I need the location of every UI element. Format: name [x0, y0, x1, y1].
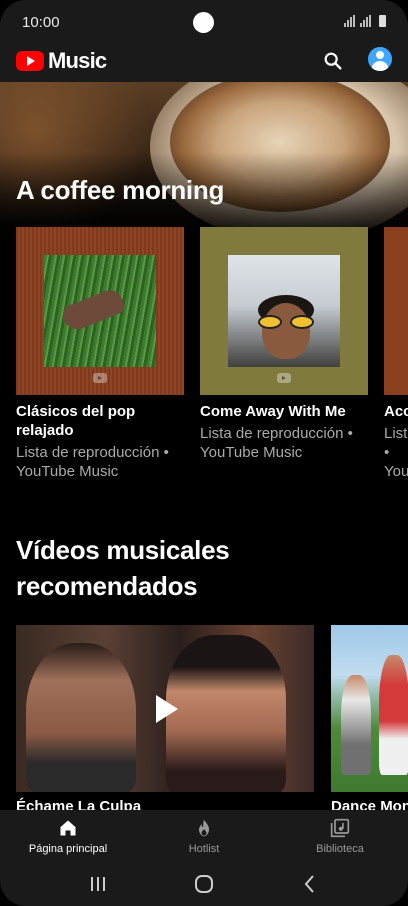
play-icon[interactable] — [156, 695, 178, 723]
search-button[interactable] — [322, 50, 344, 72]
video-thumbnail[interactable] — [16, 625, 314, 792]
playlist-subtitle: Lista de reproducción • YouTube Music — [200, 425, 353, 461]
youtube-mini-icon — [93, 373, 107, 383]
video-card[interactable]: Échame La Culpa — [16, 625, 314, 815]
nav-label-library: Biblioteca — [316, 843, 364, 855]
youtube-music-logo[interactable]: Music — [16, 48, 107, 74]
back-icon[interactable] — [298, 872, 322, 896]
playlist-title[interactable]: Acc — [384, 402, 408, 421]
section-title-coffee: A coffee morning — [16, 175, 225, 205]
youtube-mini-icon — [277, 373, 291, 383]
search-icon — [324, 52, 342, 70]
app-bar: Music — [0, 44, 408, 82]
hero-coffee-image — [0, 82, 408, 242]
status-bar: 10:00 — [0, 0, 408, 44]
playlist-title[interactable]: Clásicos del pop relajado — [16, 402, 184, 440]
playlist-artwork[interactable] — [16, 227, 184, 395]
nav-item-library[interactable]: Biblioteca — [272, 810, 408, 862]
nav-label-hotlist: Hotlist — [188, 843, 220, 855]
phone-screen: 10:00 Music A coffee morning Clásicos de… — [0, 0, 408, 906]
playlist-artwork[interactable] — [384, 227, 408, 395]
battery-icon — [379, 15, 386, 27]
home-button-icon[interactable] — [192, 872, 216, 896]
flame-icon — [199, 819, 209, 837]
account-avatar[interactable] — [368, 47, 392, 71]
system-navigation-bar — [0, 862, 408, 906]
recent-apps-icon[interactable] — [86, 872, 110, 896]
status-icons — [344, 15, 386, 27]
playlist-subtitle: Lista de reproducción • YouTube Music — [16, 444, 169, 480]
video-thumbnail[interactable] — [331, 625, 408, 792]
library-icon — [330, 818, 350, 838]
playlist-card[interactable]: Clásicos del pop relajado Lista de repro… — [16, 227, 184, 481]
playlist-cover-image — [228, 255, 340, 367]
logo-text: Music — [48, 48, 107, 73]
video-card[interactable]: Dance Monk — [331, 625, 408, 815]
playlist-subtitle: List • You — [384, 425, 408, 480]
wifi-signal-icon — [344, 15, 355, 27]
nav-item-hotlist[interactable]: Hotlist — [136, 810, 272, 862]
section-title-videos: Vídeos musicales recomendados — [16, 535, 230, 601]
playlist-title[interactable]: Come Away With Me — [200, 402, 368, 421]
playlist-cover-image — [44, 255, 156, 367]
status-time: 10:00 — [22, 14, 60, 31]
youtube-play-logo-icon — [16, 51, 44, 71]
playlist-card[interactable]: Come Away With Me Lista de reproducción … — [200, 227, 368, 462]
bottom-navigation: Página principal Hotlist Biblioteca — [0, 810, 408, 862]
playlist-artwork[interactable] — [200, 227, 368, 395]
cell-signal-icon — [360, 15, 371, 27]
playlist-card[interactable]: Acc List • You — [384, 227, 408, 481]
home-icon — [60, 820, 76, 836]
nav-item-home[interactable]: Página principal — [0, 810, 136, 862]
front-camera — [193, 12, 214, 33]
nav-label-home: Página principal — [28, 843, 108, 855]
